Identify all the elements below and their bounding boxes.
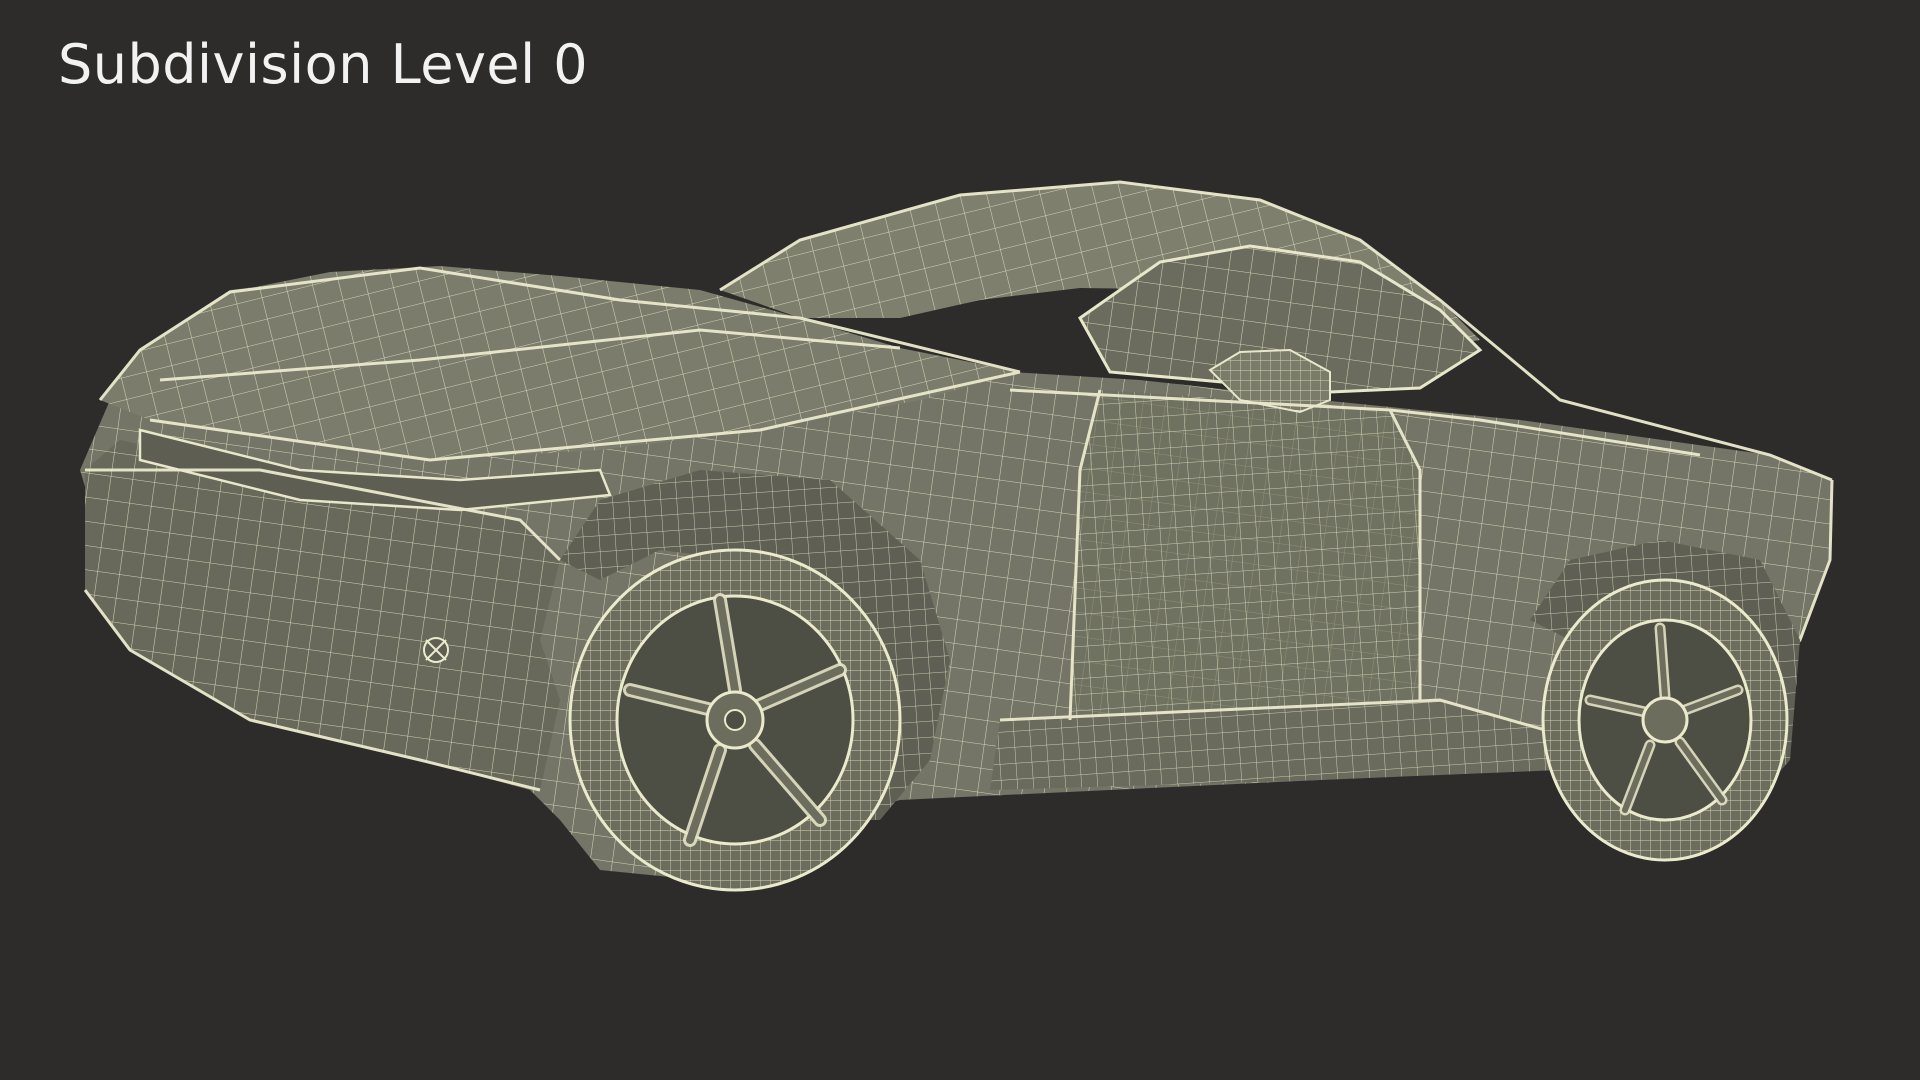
fog-light — [423, 637, 449, 663]
rear-wheel — [1530, 540, 1800, 862]
subdivision-level-label: Subdivision Level 0 — [58, 33, 589, 96]
viewport: Subdivision Level 0 — [0, 0, 1920, 1080]
car-wireframe-render — [80, 180, 1834, 892]
